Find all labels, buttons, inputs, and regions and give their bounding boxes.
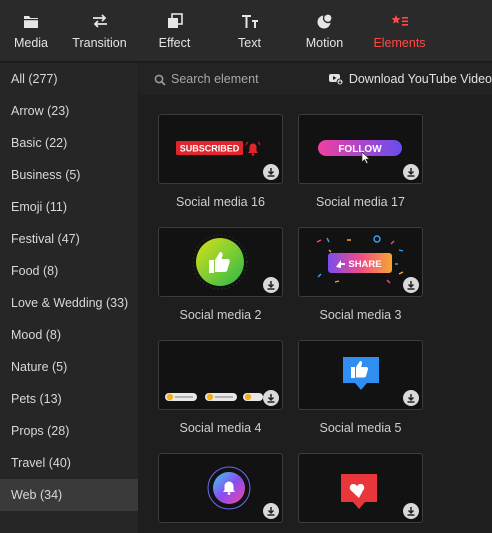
element-caption: Social media 16 [176, 195, 265, 209]
download-icon[interactable] [403, 503, 419, 519]
sidebar-item-love-wedding[interactable]: Love & Wedding (33) [0, 287, 138, 319]
sidebar-item-nature[interactable]: Nature (5) [0, 351, 138, 383]
download-icon[interactable] [263, 503, 279, 519]
element-thumbnail[interactable]: SUBSCRIBED [158, 114, 283, 184]
element-card: Social media 2 [158, 227, 283, 322]
tab-media-label: Media [13, 36, 49, 50]
search-placeholder: Search element [171, 72, 259, 86]
download-icon[interactable] [263, 277, 279, 293]
sidebar-item-all[interactable]: All (277) [0, 63, 138, 95]
download-icon[interactable] [403, 390, 419, 406]
sidebar-item-travel[interactable]: Travel (40) [0, 447, 138, 479]
element-thumbnail[interactable] [298, 453, 423, 523]
element-card [158, 453, 283, 533]
motion-circles-icon [315, 11, 335, 31]
element-card: FOLLOW Social media 17 [298, 114, 423, 209]
tab-motion-label: Motion [305, 36, 344, 50]
element-caption: Social media 4 [179, 421, 262, 435]
element-card: SUBSCRIBED Social media 16 [158, 114, 283, 209]
youtube-download-icon [328, 73, 344, 86]
element-thumbnail[interactable] [158, 340, 283, 410]
search-input[interactable]: Search element [139, 72, 329, 86]
download-icon[interactable] [263, 390, 279, 406]
category-sidebar: All (277) Arrow (23) Basic (22) Business… [0, 63, 138, 533]
subscribed-text: SUBSCRIBED [180, 144, 240, 154]
sidebar-item-basic[interactable]: Basic (22) [0, 127, 138, 159]
top-toolbar: Media Transition Effect Text Motion Elem… [0, 0, 492, 62]
download-icon[interactable] [403, 164, 419, 180]
sidebar-item-food[interactable]: Food (8) [0, 255, 138, 287]
stacked-squares-icon [165, 11, 185, 31]
sidebar-item-web[interactable]: Web (34) [0, 479, 138, 511]
sidebar-item-arrow[interactable]: Arrow (23) [0, 95, 138, 127]
element-thumbnail[interactable]: FOLLOW [298, 114, 423, 184]
elements-panel: Search element Download YouTube Video SU… [139, 63, 492, 533]
element-card: SHARE Social media 3 [298, 227, 423, 322]
download-icon[interactable] [263, 164, 279, 180]
follow-text: FOLLOW [338, 144, 382, 155]
element-caption: Social media 5 [319, 421, 402, 435]
element-card: Social media 5 [298, 340, 423, 435]
element-thumbnail[interactable] [298, 340, 423, 410]
tab-text[interactable]: Text [212, 0, 287, 62]
sidebar-item-props[interactable]: Props (28) [0, 415, 138, 447]
download-youtube-label: Download YouTube Video [348, 72, 492, 86]
element-caption: Social media 17 [316, 195, 405, 209]
sidebar-item-mood[interactable]: Mood (8) [0, 319, 138, 351]
sidebar-item-festival[interactable]: Festival (47) [0, 223, 138, 255]
element-thumbnail[interactable] [158, 453, 283, 523]
element-caption: Social media 3 [319, 308, 402, 322]
tab-effect-label: Effect [158, 36, 191, 50]
element-card: Social media 4 [158, 340, 283, 435]
search-bar: Search element Download YouTube Video [139, 63, 492, 95]
folder-icon [21, 11, 41, 31]
tab-transition[interactable]: Transition [62, 0, 137, 62]
swap-arrows-icon [90, 11, 110, 31]
tab-elements-label: Elements [373, 36, 426, 50]
tab-motion[interactable]: Motion [287, 0, 362, 62]
element-caption: Social media 2 [179, 308, 262, 322]
sidebar-item-pets[interactable]: Pets (13) [0, 383, 138, 415]
shapes-icon [390, 11, 410, 31]
sidebar-item-emoji[interactable]: Emoji (11) [0, 191, 138, 223]
text-icon [240, 11, 260, 31]
element-thumbnail[interactable]: SHARE [298, 227, 423, 297]
tab-media[interactable]: Media [0, 0, 62, 62]
tab-effect[interactable]: Effect [137, 0, 212, 62]
share-text: SHARE [348, 259, 381, 270]
download-youtube-button[interactable]: Download YouTube Video [328, 72, 492, 86]
tab-text-label: Text [238, 36, 261, 50]
element-thumbnail[interactable] [158, 227, 283, 297]
search-icon [154, 73, 166, 86]
download-icon[interactable] [403, 277, 419, 293]
tab-elements[interactable]: Elements [362, 0, 437, 62]
sidebar-item-business[interactable]: Business (5) [0, 159, 138, 191]
element-card [298, 453, 423, 533]
tab-transition-label: Transition [72, 36, 127, 50]
